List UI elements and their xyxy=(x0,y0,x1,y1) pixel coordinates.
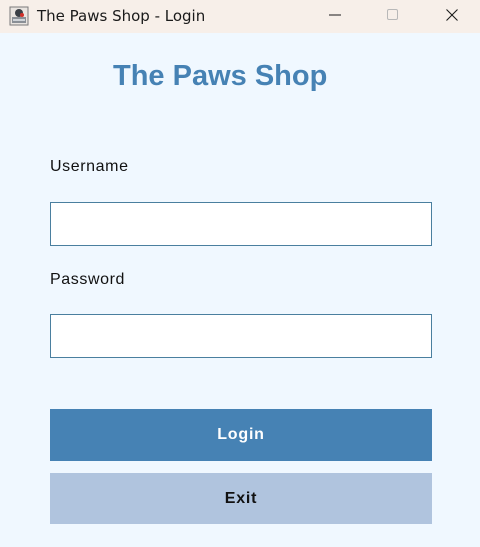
maximize-button[interactable] xyxy=(370,0,416,33)
login-button[interactable]: Login xyxy=(50,409,432,461)
login-window: The Paws Shop - Login The Paws Shop User… xyxy=(0,0,480,547)
app-icon xyxy=(9,6,29,26)
page-title: The Paws Shop xyxy=(113,60,328,92)
close-button[interactable] xyxy=(429,0,475,33)
minimize-icon xyxy=(329,8,341,26)
window-title: The Paws Shop - Login xyxy=(37,7,206,25)
maximize-icon xyxy=(387,8,399,26)
username-label: Username xyxy=(50,158,129,175)
title-bar[interactable]: The Paws Shop - Login xyxy=(0,0,480,33)
username-input[interactable] xyxy=(50,202,432,246)
password-label: Password xyxy=(50,271,126,288)
close-icon xyxy=(446,8,458,26)
exit-button[interactable]: Exit xyxy=(50,473,432,524)
password-input[interactable] xyxy=(50,314,432,358)
minimize-button[interactable] xyxy=(312,0,358,33)
